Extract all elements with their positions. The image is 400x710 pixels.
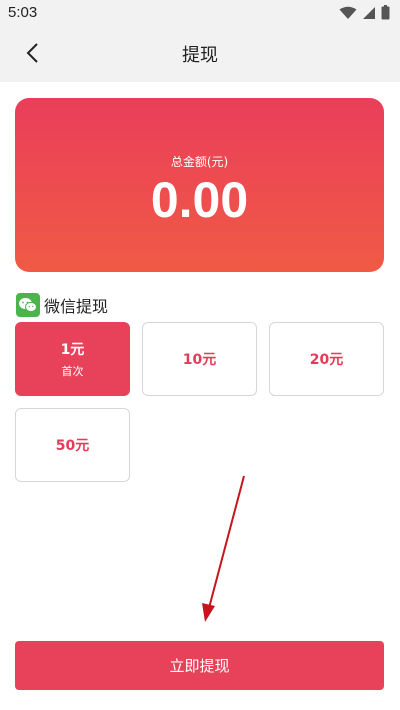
amount-option-value: 20元 (309, 352, 344, 368)
status-time: 5:03 (8, 4, 38, 21)
amount-option-value: 10元 (182, 352, 217, 368)
status-bar: 5:03 (0, 0, 400, 28)
amount-option-value: 50元 (55, 438, 90, 454)
withdraw-method-label: 微信提现 (44, 297, 109, 316)
balance-value: 0.00 (150, 172, 249, 228)
first-time-tag: 首次 (61, 365, 84, 378)
withdraw-method: 微信提现 (16, 292, 108, 318)
page-title: 提现 (182, 45, 218, 66)
status-icons (339, 4, 390, 24)
signal-icon (362, 5, 376, 24)
amount-option-50[interactable]: 50元 (15, 408, 130, 482)
amount-option-1[interactable]: 1元 首次 (15, 322, 130, 396)
wifi-icon (339, 5, 357, 24)
balance-label: 总金额(元) (170, 155, 229, 169)
balance-card: 总金额(元) 0.00 (15, 98, 384, 272)
battery-icon (381, 4, 390, 24)
wechat-icon (16, 293, 40, 317)
amount-option-10[interactable]: 10元 (142, 322, 257, 396)
amount-option-20[interactable]: 20元 (269, 322, 384, 396)
amount-option-value: 1元 (60, 342, 85, 358)
nav-bar: 提现 (0, 28, 400, 82)
withdraw-now-button[interactable]: 立即提现 (15, 641, 384, 690)
